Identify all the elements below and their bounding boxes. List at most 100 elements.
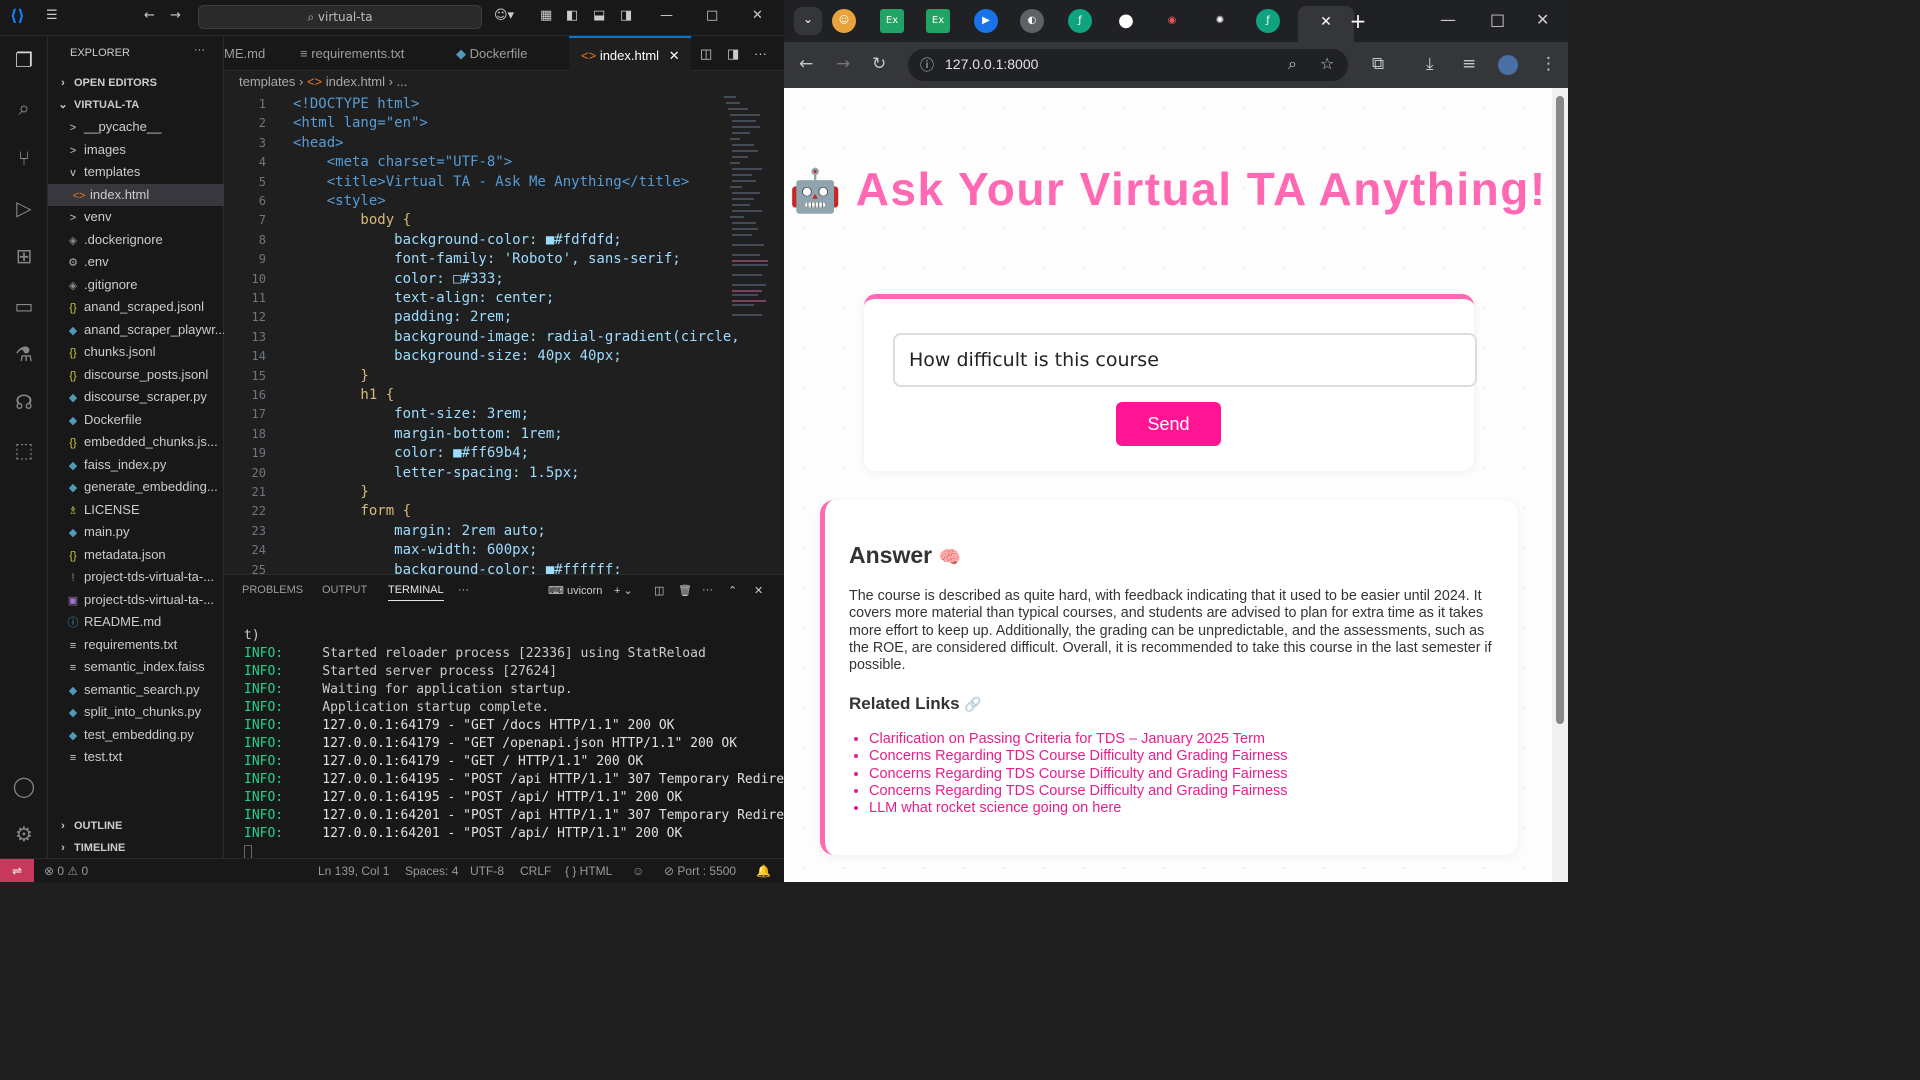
settings-gear-icon[interactable]: ⚙ — [12, 822, 36, 846]
live-server-port[interactable]: ⊘ Port : 5500 — [664, 864, 736, 878]
problems-counter[interactable]: ⊗ 0 ⚠ 0 — [44, 864, 88, 878]
testing-icon[interactable]: ⚗ — [12, 342, 36, 366]
split-editor-icon[interactable]: ◨ — [727, 36, 739, 71]
file-tree-item[interactable]: ◆ main.py — [48, 521, 224, 543]
tab-terminal[interactable]: TERMINAL — [388, 584, 444, 601]
copilot-chat-icon[interactable]: ☊ — [12, 390, 36, 414]
back-icon[interactable]: ← — [144, 8, 155, 23]
file-tree-item[interactable]: ◈ .gitignore — [48, 274, 224, 296]
file-tree-item[interactable]: ≡ requirements.txt — [48, 634, 224, 656]
file-tree-item[interactable]: ◆ discourse_scraper.py — [48, 386, 224, 408]
file-tree-item[interactable]: v templates — [48, 161, 224, 183]
page-scrollbar[interactable] — [1552, 88, 1568, 882]
media-control-icon[interactable]: ≡ — [1462, 54, 1476, 74]
close-icon[interactable]: ✕ — [1536, 10, 1549, 29]
file-tree-item[interactable]: ◆ semantic_search.py — [48, 679, 224, 701]
menu-icon[interactable]: ☰ — [46, 8, 58, 23]
search-icon[interactable]: ⌕ — [12, 96, 36, 120]
breadcrumb-file[interactable]: index.html — [326, 74, 385, 89]
trash-icon[interactable]: 🗑 — [678, 584, 692, 597]
panel-actions-icon[interactable]: ··· — [702, 584, 713, 596]
tab-favicon-play[interactable]: ▶ — [974, 9, 998, 33]
file-tree-item[interactable]: {} metadata.json — [48, 544, 224, 566]
tab-dockerfile[interactable]: ◆ Dockerfile — [456, 36, 568, 71]
file-tree-item[interactable]: {} embedded_chunks.js... — [48, 431, 224, 453]
split-terminal-icon[interactable]: ◫ — [654, 584, 664, 597]
indentation[interactable]: Spaces: 4 — [405, 864, 458, 878]
close-panel-icon[interactable]: ✕ — [754, 584, 763, 597]
code-editor[interactable]: 1 <!DOCTYPE html> 2 <html lang="en"> 3 <head>… — [224, 94, 769, 574]
file-tree-item[interactable]: ⚙ .env — [48, 251, 224, 273]
file-tree-item[interactable]: ▣ project-tds-virtual-ta-... — [48, 589, 224, 611]
explorer-icon[interactable]: ❐ — [12, 48, 36, 72]
run-debug-icon[interactable]: ▷ — [12, 196, 36, 220]
file-tree-item[interactable]: ◈ .dockerignore — [48, 229, 224, 251]
tab-favicon-openai[interactable]: ✺ — [1208, 9, 1232, 33]
file-tree-item[interactable]: ! project-tds-virtual-ta-... — [48, 566, 224, 588]
tab-favicon-excel[interactable]: Ex — [926, 9, 950, 33]
editor-more-icon[interactable]: ··· — [754, 36, 767, 71]
close-tab-icon[interactable]: ✕ — [669, 48, 680, 63]
cursor-position[interactable]: Ln 139, Col 1 — [318, 864, 389, 878]
file-tree-item[interactable]: > __pycache__ — [48, 116, 224, 138]
reload-icon[interactable]: ↻ — [872, 54, 886, 74]
accounts-icon[interactable]: ◯ — [12, 774, 36, 798]
file-tree-item[interactable]: > images — [48, 139, 224, 161]
copilot-status-icon[interactable]: ☺ — [632, 864, 644, 878]
terminal-instance[interactable]: ⌨ uvicorn — [548, 584, 602, 597]
encoding[interactable]: UTF-8 — [470, 864, 504, 878]
breadcrumb-symbol[interactable]: ... — [397, 74, 408, 89]
copilot-icon[interactable]: ☺▾ — [494, 8, 514, 23]
project-section[interactable]: ⌄ VIRTUAL-TA — [48, 94, 224, 116]
terminal-output[interactable]: t) INFO: Started reloader process [22336]… — [244, 627, 784, 843]
browser-menu-icon[interactable]: ⋮ — [1540, 54, 1557, 74]
sidebar-toggle-icon[interactable]: ◧ — [566, 8, 578, 23]
file-tree-item[interactable]: ◆ Dockerfile — [48, 409, 224, 431]
back-icon[interactable]: ← — [799, 54, 813, 74]
tab-favicon-emoji[interactable]: ☺ — [832, 9, 856, 33]
zoom-icon[interactable]: ⌕ — [1288, 54, 1297, 74]
site-info-icon[interactable]: ⓘ — [920, 55, 934, 75]
tab-favicon-app[interactable]: ƒ — [1068, 9, 1092, 33]
profile-avatar[interactable] — [1498, 55, 1518, 75]
layout-icon[interactable]: ▦ — [540, 8, 552, 23]
line-ending[interactable]: CRLF — [520, 864, 551, 878]
file-tree-item[interactable]: ≡ test.txt — [48, 746, 224, 768]
file-tree-item[interactable]: <> index.html — [48, 183, 224, 206]
address-bar[interactable]: ⓘ 127.0.0.1:8000 ⌕ ☆ — [908, 49, 1348, 81]
language-mode[interactable]: { } HTML — [565, 864, 612, 878]
related-link[interactable]: Concerns Regarding TDS Course Difficulty… — [869, 783, 1288, 800]
file-tree-item[interactable]: ◆ faiss_index.py — [48, 454, 224, 476]
new-tab-icon[interactable]: + — [1346, 9, 1370, 33]
secondary-sidebar-icon[interactable]: ◨ — [620, 8, 632, 23]
tab-favicon-record[interactable]: ◉ — [1160, 9, 1184, 33]
open-editors-section[interactable]: › OPEN EDITORS — [48, 72, 224, 94]
file-tree-item[interactable]: ♗ LICENSE — [48, 499, 224, 521]
maximize-icon[interactable]: □ — [1490, 10, 1505, 29]
forward-icon[interactable]: → — [836, 54, 850, 74]
extensions-icon[interactable]: ⧉ — [1372, 54, 1384, 74]
file-tree-item[interactable]: ◆ split_into_chunks.py — [48, 701, 224, 723]
remote-explorer-icon[interactable]: ▭ — [12, 294, 36, 318]
maximize-panel-icon[interactable]: ⌃ — [728, 584, 737, 597]
downloads-icon[interactable]: ⤓ — [1426, 54, 1434, 74]
tab-search-icon[interactable]: ⌄ — [794, 7, 822, 35]
related-link[interactable]: LLM what rocket science going on here — [869, 800, 1288, 817]
source-control-icon[interactable]: ⑂ — [12, 146, 36, 170]
tab-output[interactable]: OUTPUT — [322, 584, 367, 596]
panel-toggle-icon[interactable]: ⬓ — [593, 8, 605, 23]
file-tree-item[interactable]: ◆ anand_scraper_playwr... — [48, 319, 224, 341]
file-tree-item[interactable]: ≡ semantic_index.faiss — [48, 656, 224, 678]
outline-section[interactable]: › OUTLINE — [48, 815, 224, 837]
containers-icon[interactable]: ⬚ — [12, 438, 36, 462]
minimize-icon[interactable]: — — [660, 8, 673, 23]
tab-index-html[interactable]: <> index.html ✕ — [569, 36, 691, 71]
related-link[interactable]: Concerns Regarding TDS Course Difficulty… — [869, 748, 1288, 765]
tab-readme[interactable]: ME.md — [224, 36, 280, 71]
tab-requirements[interactable]: ≡ requirements.txt — [300, 36, 440, 71]
forward-icon[interactable]: → — [170, 8, 181, 23]
more-actions-icon[interactable]: ··· — [194, 44, 205, 56]
file-tree-item[interactable]: ◆ generate_embedding... — [48, 476, 224, 498]
command-center[interactable]: ⌕ virtual-ta — [198, 5, 482, 29]
tab-favicon-app[interactable]: ƒ — [1256, 9, 1280, 33]
